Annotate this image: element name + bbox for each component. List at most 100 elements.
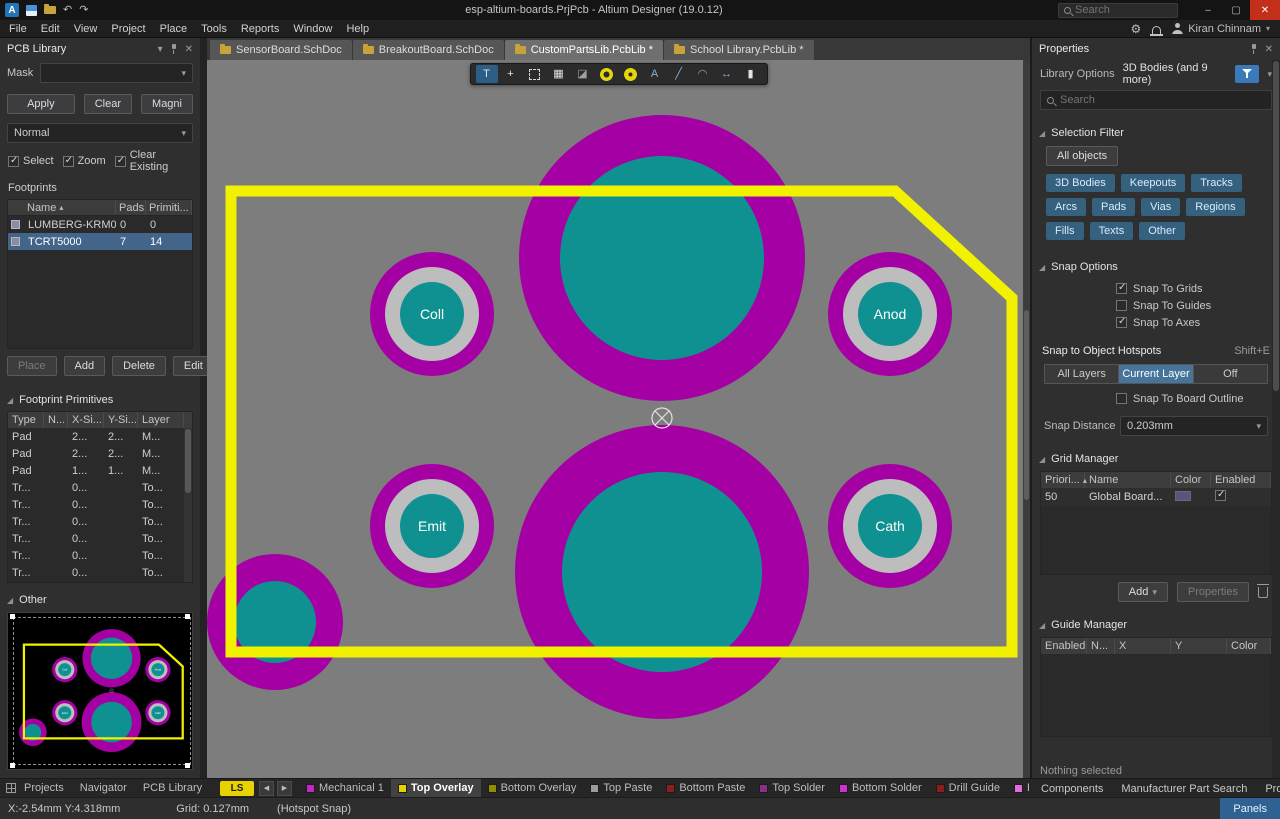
footprint-primitives-section[interactable]: ◢ Footprint Primitives xyxy=(0,387,200,409)
guide-manager-section[interactable]: ◢ Guide Manager xyxy=(1032,612,1280,634)
segment-current-layer[interactable]: Current Layer xyxy=(1119,365,1193,383)
primitive-row[interactable]: Tr... 0... To... xyxy=(8,496,192,513)
grid-color-swatch[interactable] xyxy=(1175,491,1191,501)
panel-tab[interactable]: P xyxy=(210,779,212,798)
grid-properties-button[interactable]: Properties xyxy=(1177,582,1249,602)
layer-tab[interactable]: Top Overlay xyxy=(391,779,481,798)
mask-dropdown[interactable]: ▾ xyxy=(40,63,193,83)
filter-pill[interactable]: 3D Bodies xyxy=(1046,174,1115,192)
select-area-tool[interactable] xyxy=(524,65,546,83)
apply-button[interactable]: Apply xyxy=(7,94,75,114)
board-outline-checkbox[interactable]: Snap To Board Outline xyxy=(1116,390,1280,407)
selection-handle[interactable] xyxy=(185,763,190,768)
panel-tab[interactable]: Manufacturer Part Search xyxy=(1112,779,1256,798)
primitive-row[interactable]: Pad 2... 2... M... xyxy=(8,428,192,445)
column-header[interactable]: Color xyxy=(1171,472,1211,488)
eraser-tool[interactable]: ◪ xyxy=(572,65,594,83)
grid-row[interactable]: 50 Global Board... xyxy=(1041,488,1271,506)
filter-pill[interactable]: Tracks xyxy=(1191,174,1242,192)
selection-filter-tool[interactable]: T xyxy=(476,65,498,83)
layer-set-button[interactable]: LS xyxy=(220,781,254,796)
filter-pill[interactable]: Regions xyxy=(1186,198,1244,216)
other-section[interactable]: ◢ Other xyxy=(0,587,200,609)
panels-button[interactable]: Panels xyxy=(1220,798,1280,819)
open-icon[interactable] xyxy=(44,6,56,14)
scrollbar[interactable] xyxy=(1272,60,1280,778)
primitive-row[interactable]: Pad 2... 2... M... xyxy=(8,445,192,462)
maximize-button[interactable]: ▢ xyxy=(1222,0,1250,20)
pcb-editor-canvas[interactable]: Coll Anod Emit Ca xyxy=(207,60,1030,778)
line-tool[interactable]: ╱ xyxy=(668,65,690,83)
menu-item[interactable]: Tools xyxy=(194,20,234,37)
primitive-row[interactable]: Tr... 0... To... xyxy=(8,479,192,496)
layer-tab[interactable]: Bottom Solder xyxy=(832,779,929,798)
primitive-row[interactable]: Tr... 0... To... xyxy=(8,564,192,581)
snap-distance-dropdown[interactable]: 0.203mm▾ xyxy=(1120,416,1268,436)
layer-tab[interactable]: Drill Guide xyxy=(929,779,1007,798)
footprint-action-button[interactable]: Add xyxy=(64,356,106,376)
primitive-row[interactable]: Tr... 0... To... xyxy=(8,530,192,547)
save-icon[interactable] xyxy=(26,5,37,16)
canvas-scrollbar[interactable] xyxy=(1023,60,1030,778)
column-header[interactable]: X xyxy=(1115,638,1171,654)
menu-item[interactable]: Window xyxy=(286,20,339,37)
filter-pill[interactable]: Texts xyxy=(1090,222,1134,240)
menu-item[interactable]: View xyxy=(67,20,105,37)
undo-icon[interactable]: ↶ xyxy=(63,5,72,16)
minimize-button[interactable]: – xyxy=(1194,0,1222,20)
filter-pill[interactable]: Other xyxy=(1139,222,1185,240)
panel-tab[interactable]: Components xyxy=(1032,779,1112,798)
column-header[interactable]: Pads xyxy=(116,200,146,215)
close-button[interactable]: ✕ xyxy=(1250,0,1280,20)
chevron-down-icon[interactable]: ▾ xyxy=(158,44,163,55)
layer-tab[interactable]: Bottom Overlay xyxy=(481,779,584,798)
column-header[interactable]: Y-Si... xyxy=(104,412,138,428)
menu-item[interactable]: Help xyxy=(339,20,376,37)
doc-tab[interactable]: School Library.PcbLib * xyxy=(664,40,814,60)
arc-tool[interactable]: ◠ xyxy=(692,65,714,83)
filter-pill[interactable]: Arcs xyxy=(1046,198,1086,216)
layer-tab[interactable]: Top Solder xyxy=(752,779,832,798)
magnify-button[interactable]: Magni xyxy=(141,94,193,114)
column-header[interactable]: Enabled xyxy=(1041,638,1087,654)
menu-item[interactable]: Project xyxy=(104,20,152,37)
primitive-row[interactable]: Tr... 0... To... xyxy=(8,547,192,564)
scroll-right-icon[interactable]: ▶ xyxy=(277,781,292,796)
filter-pill[interactable]: Pads xyxy=(1092,198,1135,216)
panel-tab[interactable]: PCB Library xyxy=(135,779,210,798)
column-header[interactable]: X-Si... xyxy=(68,412,104,428)
close-icon[interactable]: ✕ xyxy=(1265,44,1273,55)
filter-pill[interactable]: Keepouts xyxy=(1121,174,1185,192)
column-header[interactable]: Priori...▴ xyxy=(1041,472,1085,488)
selection-handle[interactable] xyxy=(10,763,15,768)
pin-icon[interactable] xyxy=(170,44,178,54)
footprint-row[interactable]: LUMBERG-KRM08 0 0 xyxy=(8,216,192,233)
column-header[interactable]: N... xyxy=(1087,638,1115,654)
selection-filter-section[interactable]: ◢ Selection Filter xyxy=(1032,120,1280,142)
snap-checkbox[interactable]: Snap To Guides xyxy=(1116,297,1280,314)
menu-item[interactable]: File xyxy=(2,20,34,37)
column-header[interactable]: Color xyxy=(1227,638,1271,654)
bell-icon[interactable] xyxy=(1152,26,1161,34)
dimension-tool[interactable]: ↔ xyxy=(716,65,738,83)
doc-tab[interactable]: BreakoutBoard.SchDoc xyxy=(353,40,504,60)
column-header[interactable]: N... xyxy=(44,412,68,428)
selection-handle[interactable] xyxy=(185,614,190,619)
primitive-row[interactable]: Tr... 0... To... xyxy=(8,513,192,530)
layer-tab[interactable]: Keep-Out Layer xyxy=(1007,779,1029,798)
view-checkbox[interactable]: Zoom xyxy=(63,155,106,167)
menu-item[interactable]: Edit xyxy=(34,20,67,37)
filter-pill[interactable]: Fills xyxy=(1046,222,1084,240)
footprint-preview[interactable] xyxy=(7,612,193,770)
board-drawing[interactable]: Coll Anod Emit Ca xyxy=(207,60,1023,778)
snap-checkbox[interactable]: Snap To Axes xyxy=(1116,314,1280,331)
view-checkbox[interactable]: Clear Existing xyxy=(115,149,192,173)
grid-manager-section[interactable]: ◢ Grid Manager xyxy=(1032,446,1280,468)
scrollbar-thumb[interactable] xyxy=(1024,310,1029,500)
pad-emit[interactable]: Emit xyxy=(370,464,494,588)
fill-tool[interactable]: ▮ xyxy=(740,65,762,83)
workspace-icon[interactable] xyxy=(6,783,16,793)
layer-tab[interactable]: Bottom Paste xyxy=(659,779,752,798)
footprint-row[interactable]: TCRT5000 7 14 xyxy=(8,233,192,250)
clear-button[interactable]: Clear xyxy=(84,94,132,114)
